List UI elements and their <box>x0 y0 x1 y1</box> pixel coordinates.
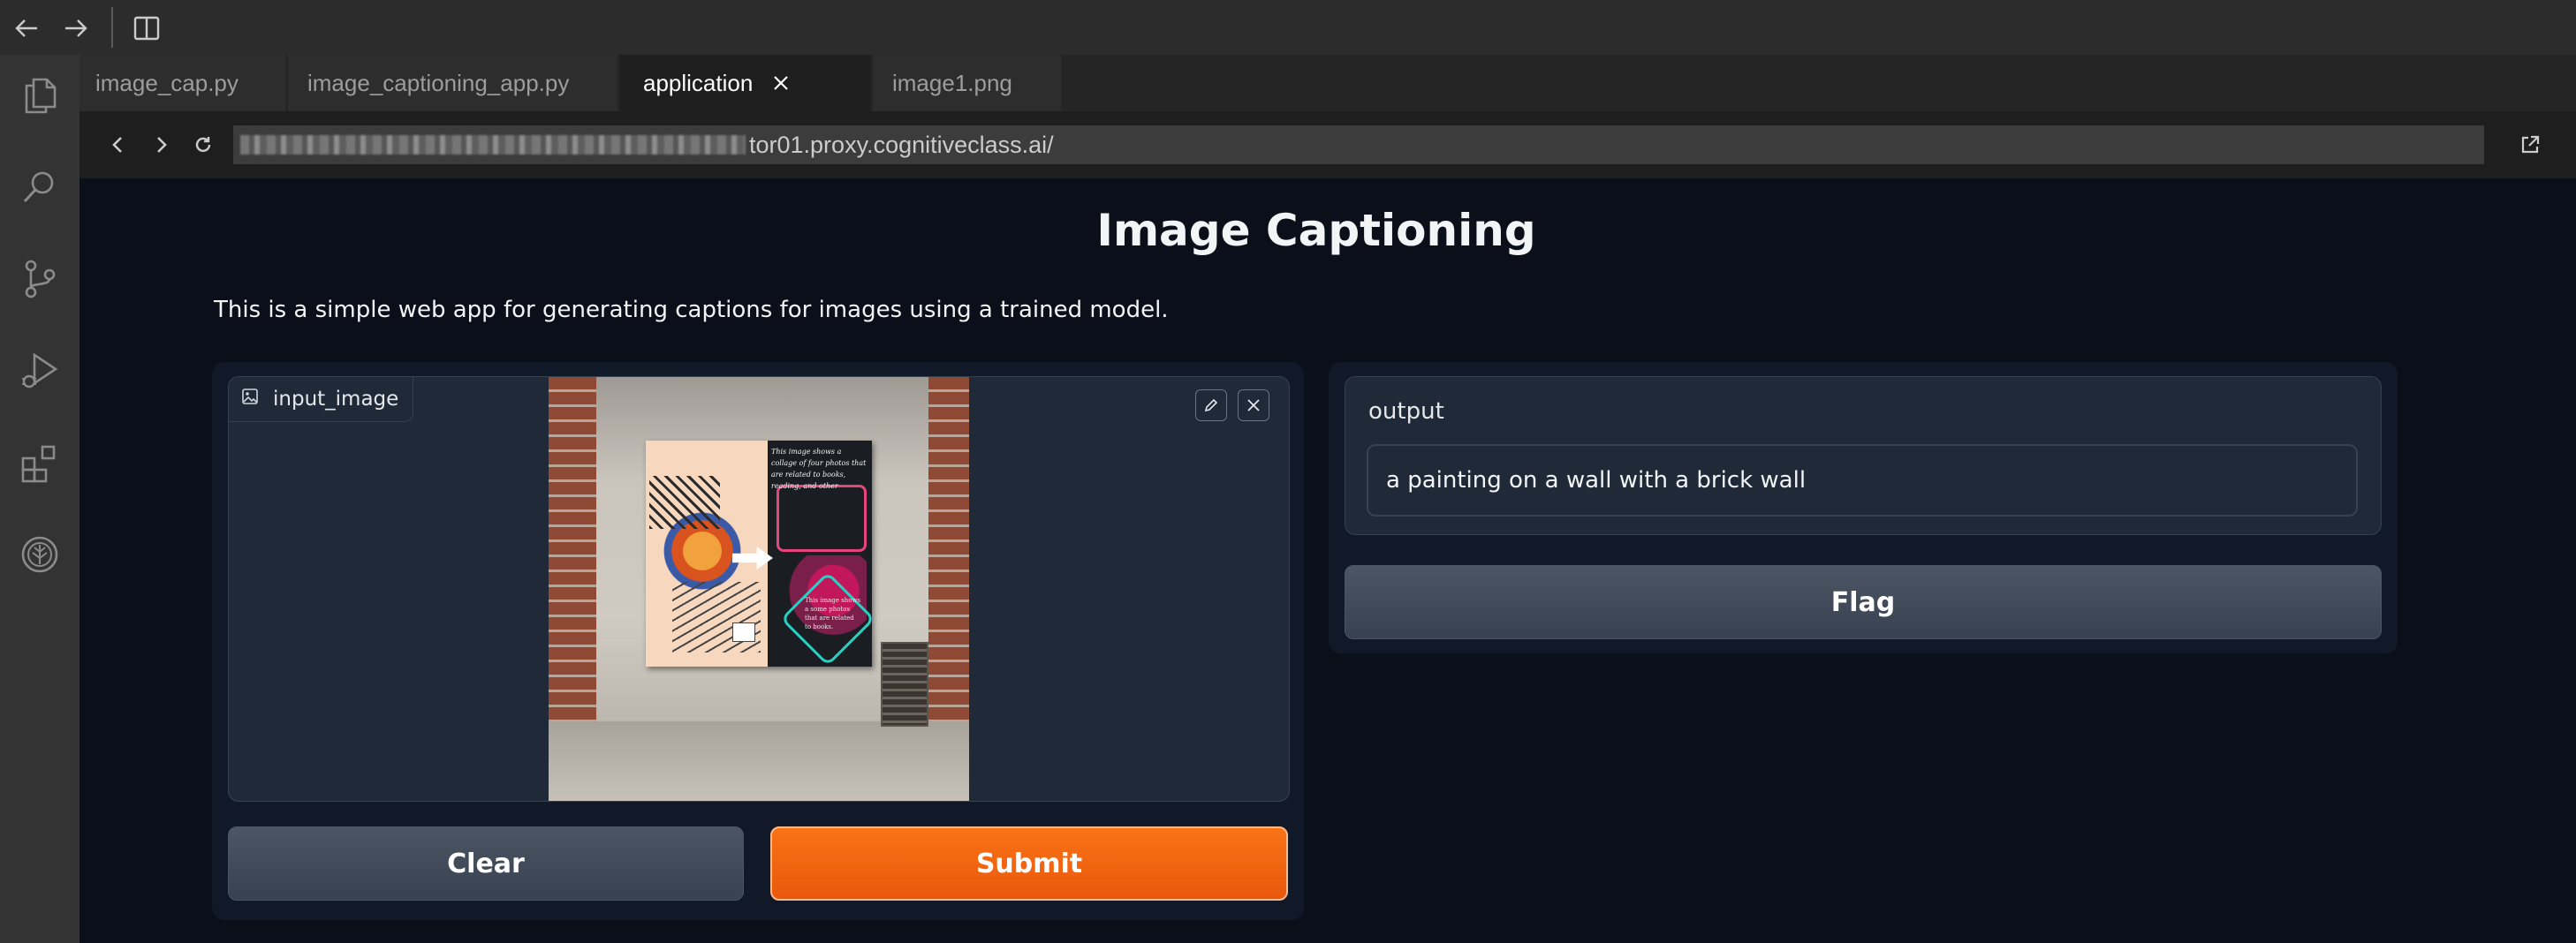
tab-image1-png[interactable]: image1.png <box>873 55 1062 111</box>
tab-application[interactable]: application <box>620 55 871 111</box>
tab-label: image_captioning_app.py <box>307 69 570 96</box>
page-title: Image Captioning <box>1096 205 1536 256</box>
output-block: output a painting on a wall with a brick… <box>1345 376 2382 535</box>
tab-image-cap[interactable]: image_cap.py <box>80 55 286 111</box>
page-description: This is a simple web app for generating … <box>214 297 1169 323</box>
reload-icon[interactable] <box>187 129 219 161</box>
activity-bar <box>0 55 80 943</box>
tab-label: application <box>643 69 754 96</box>
title-bar <box>0 0 2576 55</box>
output-textbox[interactable]: a painting on a wall with a brick wall <box>1367 444 2358 517</box>
clear-button[interactable]: Clear <box>228 826 744 901</box>
poster-artwork: This image shows a collage of four photo… <box>646 441 875 667</box>
input-image-label: input_image <box>229 377 414 422</box>
files-icon[interactable] <box>17 72 63 118</box>
tab-label: image_cap.py <box>95 69 239 96</box>
source-control-icon[interactable] <box>17 256 63 302</box>
search-icon[interactable] <box>17 164 63 210</box>
gradio-app: Image Captioning This is a simple web ap… <box>80 178 2576 943</box>
close-icon[interactable] <box>1238 389 1269 421</box>
submit-button-label: Submit <box>975 848 1083 879</box>
back-icon[interactable] <box>102 129 134 161</box>
editor-tab-bar: image_cap.py image_captioning_app.py app… <box>80 55 2576 111</box>
tab-label: image1.png <box>892 69 1012 96</box>
output-text: a painting on a wall with a brick wall <box>1386 467 1807 494</box>
poster-text-left: This image shows a collage of four photo… <box>771 448 867 490</box>
flag-button[interactable]: Flag <box>1345 565 2382 639</box>
close-icon[interactable] <box>772 74 790 92</box>
pencil-icon[interactable] <box>1195 389 1227 421</box>
image-icon <box>241 388 259 411</box>
output-label: output <box>1368 398 1444 425</box>
url-input[interactable]: tor01.proxy.cognitiveclass.ai/ <box>233 125 2484 164</box>
flag-button-label: Flag <box>1830 586 1896 618</box>
arrow-left-icon[interactable] <box>11 12 42 44</box>
extensions-icon[interactable] <box>17 440 63 486</box>
simple-browser-toolbar: tor01.proxy.cognitiveclass.ai/ <box>80 111 2576 178</box>
arrow-right-icon[interactable] <box>60 12 92 44</box>
skills-network-icon[interactable] <box>17 532 63 577</box>
open-external-icon[interactable] <box>2514 129 2546 161</box>
split-editor-icon[interactable] <box>131 12 163 44</box>
submit-button[interactable]: Submit <box>770 826 1288 901</box>
clear-button-label: Clear <box>447 848 525 879</box>
run-debug-icon[interactable] <box>17 348 63 394</box>
tab-image-captioning-app[interactable]: image_captioning_app.py <box>288 55 618 111</box>
poster-text-right: This image shows a some photos that are … <box>805 597 861 630</box>
toolbar-divider <box>111 7 113 48</box>
url-text: tor01.proxy.cognitiveclass.ai/ <box>749 131 1054 158</box>
image-upload[interactable]: input_image This image shows a collage o… <box>228 376 1290 802</box>
redacted-url-segment <box>240 135 746 155</box>
input-label-text: input_image <box>273 388 399 411</box>
uploaded-image: This image shows a collage of four photo… <box>549 377 969 801</box>
forward-icon[interactable] <box>145 129 177 161</box>
